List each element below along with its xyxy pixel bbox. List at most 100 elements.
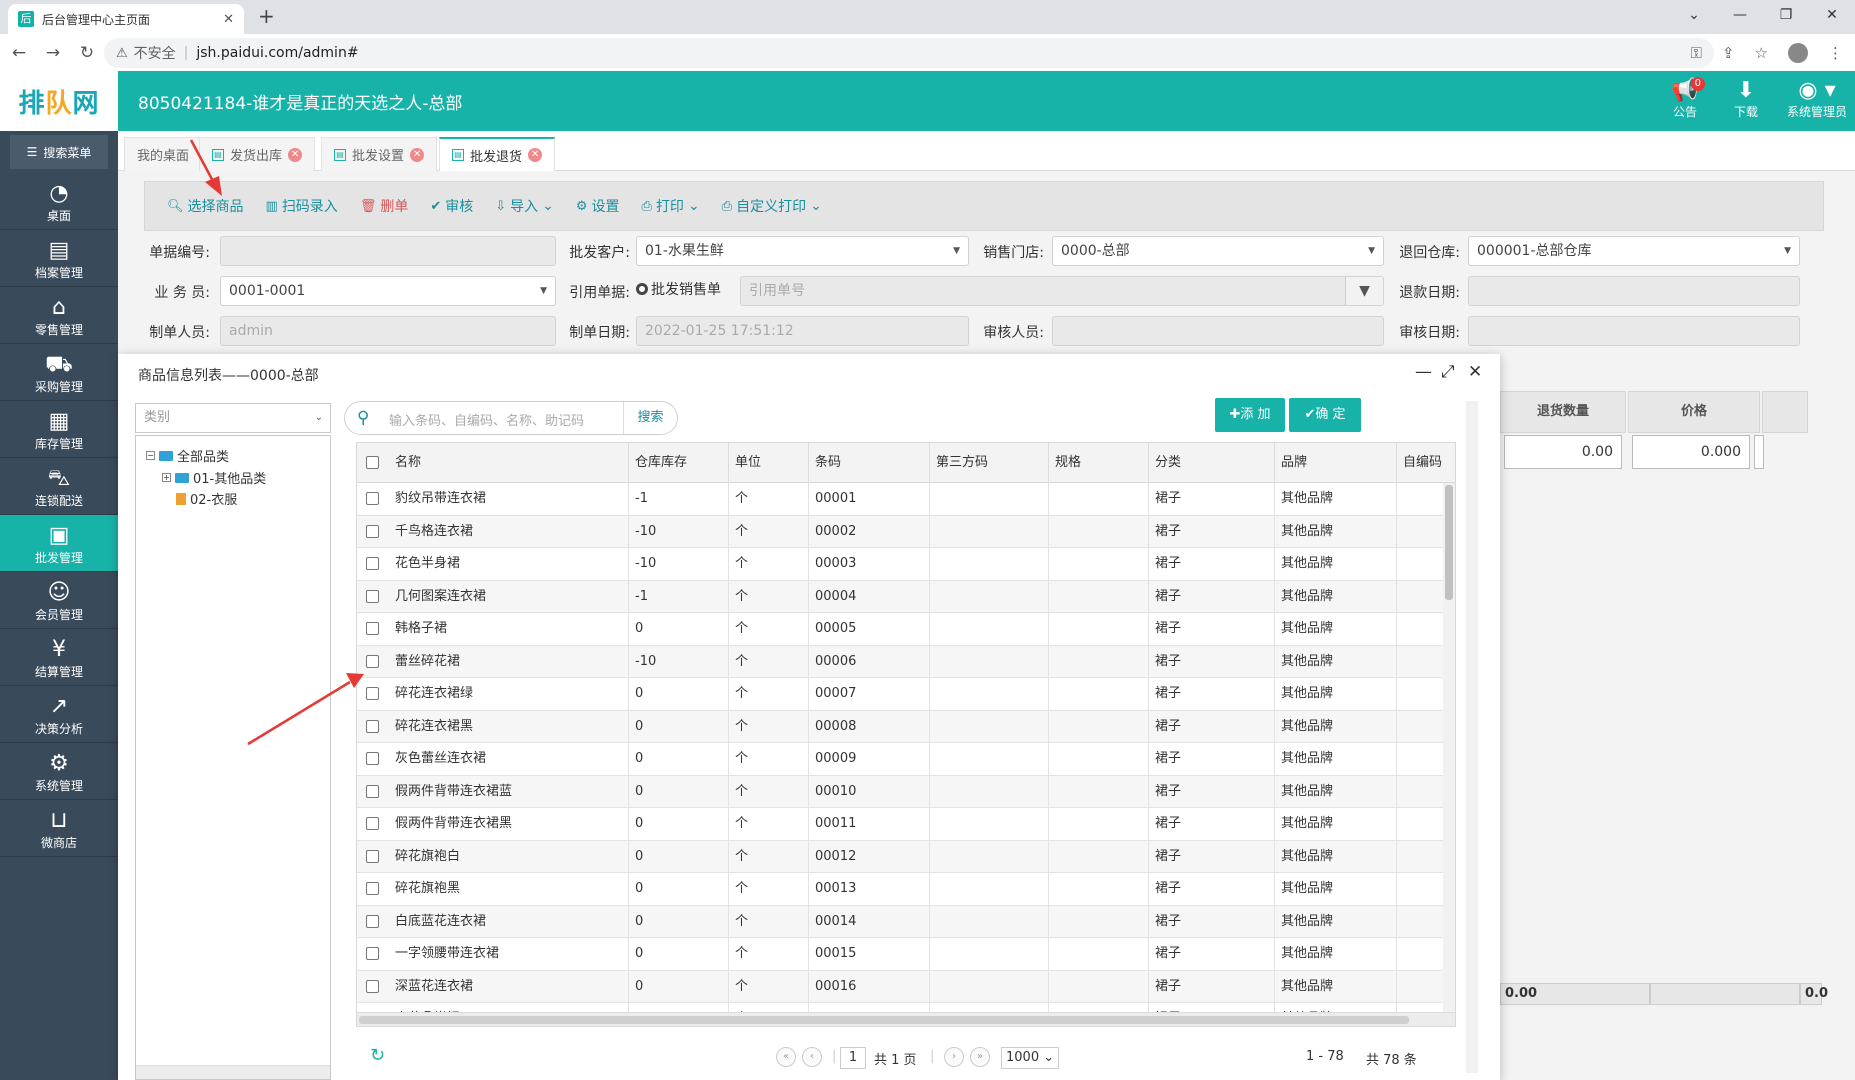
table-row[interactable]: 碎花旗袍黑 0 个 00013 裙子 其他品牌 [357, 873, 1455, 906]
star-icon[interactable]: ☆ [1755, 44, 1768, 62]
column-header[interactable]: 自编码 [1397, 443, 1455, 483]
table-row[interactable]: 千鸟格连衣裙 -10 个 00002 裙子 其他品牌 [357, 515, 1455, 548]
create-date-field[interactable]: 2022-01-25 17:51:12 [636, 316, 969, 346]
ref-radio[interactable]: 批发销售单 [636, 279, 721, 299]
sidebar-item-archive[interactable]: ▤ 档案管理 [0, 230, 118, 287]
close-tab-icon[interactable]: ✕ [410, 147, 425, 162]
print-button[interactable]: ⎙ 打印 ⌄ [642, 196, 700, 216]
custom-print-button[interactable]: ⎙ 自定义打印 ⌄ [722, 196, 822, 216]
last-page-icon[interactable]: » [970, 1047, 990, 1067]
row-checkbox[interactable] [366, 719, 379, 733]
scrollbar-thumb[interactable] [1445, 485, 1453, 600]
scan-entry-button[interactable]: ▥ 扫码录入 [266, 196, 338, 216]
menu-icon[interactable]: ⋮ [1828, 44, 1843, 62]
refund-date-field[interactable] [1468, 276, 1800, 306]
page-input[interactable]: 1 [840, 1047, 866, 1069]
table-row[interactable]: 碎花连衣裙黑 0 个 00008 裙子 其他品牌 [357, 710, 1455, 743]
table-row[interactable]: 碎花旗袍白 0 个 00012 裙子 其他品牌 [357, 840, 1455, 873]
price-input[interactable]: 0.000 [1632, 435, 1750, 469]
row-checkbox[interactable] [366, 687, 379, 700]
row-checkbox[interactable] [366, 654, 379, 668]
audit-date-field[interactable] [1468, 316, 1800, 346]
sidebar-item-system[interactable]: ⚙ 系统管理 [0, 743, 118, 800]
sidebar-item-microshop[interactable]: ⊔ 微商店 [0, 800, 118, 857]
audit-button[interactable]: ✔ 审核 [430, 196, 473, 216]
table-row[interactable]: 花色半身裙 -10 个 00003 裙子 其他品牌 [357, 548, 1455, 581]
sidebar-item-wholesale[interactable]: ▣ 批发管理 [0, 515, 118, 572]
maximize-icon[interactable]: ⤢ [1441, 362, 1455, 382]
minimize-icon[interactable]: — [1717, 0, 1763, 30]
row-checkbox[interactable] [366, 784, 379, 798]
column-header[interactable]: 名称 [389, 443, 629, 483]
creator-field[interactable]: admin [220, 316, 556, 346]
search-input[interactable]: 输入条码、自编码、名称、助记码 [389, 410, 584, 429]
tab-wholesale-return[interactable]: ▤ 批发退货 ✕ [439, 137, 556, 171]
tree-node-clothes[interactable]: 02-衣服 [176, 489, 237, 508]
restore-icon[interactable]: ❐ [1763, 0, 1809, 30]
reload-icon[interactable]: ↻ [72, 43, 102, 63]
prev-page-icon[interactable]: ‹ [802, 1047, 822, 1067]
row-checkbox[interactable] [366, 914, 379, 928]
column-header[interactable]: 第三方码 [930, 443, 1049, 483]
share-icon[interactable]: ⇪ [1722, 44, 1735, 62]
scrollbar-thumb[interactable] [359, 1016, 1409, 1024]
table-row[interactable]: 碎花连衣裙绿 0 个 00007 裙子 其他品牌 [357, 678, 1455, 711]
url-input[interactable]: ⚠ 不安全 | jsh.paidui.com/admin# [104, 38, 1714, 68]
select-all-checkbox[interactable] [366, 456, 379, 469]
row-checkbox[interactable] [366, 947, 379, 960]
settings-button[interactable]: ⚙ 设置 [576, 196, 620, 216]
sidebar-item-distribution[interactable]: ⛍ 连锁配送 [0, 458, 118, 515]
auditor-field[interactable] [1052, 316, 1384, 346]
column-header[interactable]: 仓库库存 [629, 443, 729, 483]
vertical-scrollbar[interactable] [1443, 483, 1455, 1026]
profile-icon[interactable] [1788, 43, 1808, 63]
staff-select[interactable]: 0001-0001 ▼ [220, 276, 556, 306]
add-button[interactable]: ✚添 加 [1215, 398, 1285, 432]
table-row[interactable]: 蕾丝碎花裙 -10 个 00006 裙子 其他品牌 [357, 645, 1455, 678]
collapse-icon[interactable]: − [146, 451, 155, 460]
expand-icon[interactable]: + [162, 473, 171, 482]
row-checkbox[interactable] [366, 849, 379, 863]
table-row[interactable]: 韩格子裙 0 个 00005 裙子 其他品牌 [357, 613, 1455, 646]
sidebar-item-retail[interactable]: ⌂ 零售管理 [0, 287, 118, 344]
close-window-icon[interactable]: ✕ [1809, 0, 1855, 30]
sidebar-item-member[interactable]: ☺ 会员管理 [0, 572, 118, 629]
customer-select[interactable]: 01-水果生鲜 ▼ [636, 236, 969, 266]
row-checkbox[interactable] [366, 979, 379, 993]
page-size-select[interactable]: 1000 ⌄ [1001, 1047, 1059, 1069]
sidebar-item-settlement[interactable]: ¥ 结算管理 [0, 629, 118, 686]
column-header[interactable]: 品牌 [1275, 443, 1397, 483]
table-row[interactable]: 豹纹吊带连衣裙 -1 个 00001 裙子 其他品牌 [357, 483, 1455, 516]
chevron-down-icon[interactable]: ⌄ [1671, 0, 1717, 30]
back-icon[interactable]: ← [4, 43, 34, 63]
table-row[interactable]: 深蓝花连衣裙 0 个 00016 裙子 其他品牌 [357, 970, 1455, 1003]
column-header[interactable]: 规格 [1049, 443, 1149, 483]
row-checkbox[interactable] [366, 524, 379, 538]
table-row[interactable]: 假两件背带连衣裙黑 0 个 00011 裙子 其他品牌 [357, 808, 1455, 841]
sidebar-item-analysis[interactable]: ↗ 决策分析 [0, 686, 118, 743]
table-row[interactable]: 几何图案连衣裙 -1 个 00004 裙子 其他品牌 [357, 580, 1455, 613]
forward-icon[interactable]: → [38, 43, 68, 63]
cell-input[interactable] [1754, 435, 1764, 469]
search-button[interactable]: 搜索 [623, 402, 677, 434]
minimize-icon[interactable]: — [1415, 362, 1432, 382]
close-icon[interactable]: ✕ [223, 12, 234, 27]
row-checkbox[interactable] [366, 492, 379, 505]
delete-button[interactable]: 🗑︎ 删单 [360, 196, 409, 216]
store-select[interactable]: 0000-总部 ▼ [1052, 236, 1384, 266]
horizontal-scrollbar[interactable] [357, 1012, 1455, 1026]
table-row[interactable]: 假两件背带连衣裙蓝 0 个 00010 裙子 其他品牌 [357, 775, 1455, 808]
category-select[interactable]: 类别 ⌄ [135, 403, 331, 433]
tab-my-desktop[interactable]: 我的桌面 [124, 137, 203, 171]
row-checkbox[interactable] [366, 882, 379, 895]
row-checkbox[interactable] [366, 752, 379, 765]
tree-node-other[interactable]: +01-其他品类 [162, 468, 266, 487]
tree-node-all[interactable]: − 全部品类 [146, 446, 229, 465]
row-checkbox[interactable] [366, 622, 379, 635]
sidebar-item-desktop[interactable]: ◔ 桌面 [0, 173, 118, 230]
scrollbar[interactable] [136, 1065, 330, 1079]
column-header[interactable]: 分类 [1149, 443, 1275, 483]
notice-button[interactable]: 📢 0 公告 [1657, 77, 1713, 120]
tab-shipping[interactable]: ▤ 发货出库 ✕ [199, 137, 316, 171]
table-row[interactable]: 白底蓝花连衣裙 0 个 00014 裙子 其他品牌 [357, 905, 1455, 938]
